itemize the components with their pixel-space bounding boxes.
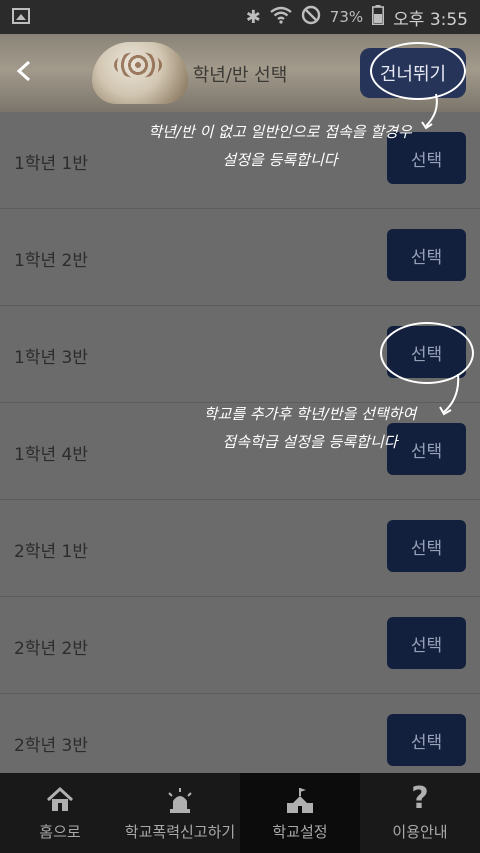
battery-icon — [372, 4, 385, 30]
help-icon: ? — [411, 781, 429, 816]
wifi-icon — [270, 6, 292, 29]
nav-help[interactable]: ? 이용안내 — [360, 773, 480, 853]
select-annotation: 학교를 추가후 학년/반을 선택하여 접속학급 설정을 등록합니다 — [180, 400, 440, 456]
do-not-disturb-icon — [301, 5, 321, 30]
select-button[interactable]: 선택 — [387, 617, 466, 669]
bluetooth-icon: ✱ — [245, 6, 261, 28]
class-label: 2학년 3반 — [14, 736, 88, 756]
nav-school-settings[interactable]: 학교설정 — [240, 773, 360, 853]
list-item: 2학년 2반 선택 — [0, 597, 480, 694]
nav-report-label: 학교폭력신고하기 — [124, 823, 236, 841]
gallery-notification-icon — [12, 8, 30, 24]
nav-home[interactable]: 홈으로 — [0, 773, 120, 853]
home-icon — [46, 786, 74, 817]
select-note-line2: 접속학급 설정을 등록합니다 — [222, 433, 398, 451]
class-label: 2학년 2반 — [14, 639, 88, 659]
skip-note-line1: 학년/반 이 없고 일반인으로 접속을 할경우 — [148, 123, 412, 141]
clock: 오후 3:55 — [393, 9, 468, 30]
skip-note-line2: 설정을 등록합니다 — [222, 151, 338, 169]
select-button[interactable]: 선택 — [387, 229, 466, 281]
nav-home-label: 홈으로 — [39, 823, 81, 841]
class-label: 2학년 1반 — [14, 542, 88, 562]
nav-school-label: 학교설정 — [272, 823, 328, 841]
select-note-line1: 학교를 추가후 학년/반을 선택하여 — [203, 405, 417, 423]
class-label: 1학년 3반 — [14, 348, 88, 368]
class-label: 1학년 2반 — [14, 251, 88, 271]
class-label: 1학년 4반 — [14, 445, 88, 465]
school-icon — [285, 787, 315, 819]
nav-help-label: 이용안내 — [392, 823, 448, 841]
status-bar: ✱ 73% 오후 3:55 — [0, 0, 480, 34]
select-button[interactable]: 선택 — [387, 714, 466, 766]
select-button[interactable]: 선택 — [387, 520, 466, 572]
battery-percent: 73% — [329, 8, 364, 26]
siren-icon — [166, 787, 194, 819]
skip-annotation: 학년/반 이 없고 일반인으로 접속을 할경우 설정을 등록합니다 — [110, 118, 450, 174]
list-item: 1학년 2반 선택 — [0, 209, 480, 306]
bottom-navigation: 홈으로 학교폭력신고하기 학교설정 ? 이용안내 — [0, 773, 480, 853]
nav-report-violence[interactable]: 학교폭력신고하기 — [120, 773, 240, 853]
list-item: 2학년 1반 선택 — [0, 500, 480, 597]
select-annotation-arrow — [439, 373, 460, 416]
class-label: 1학년 1반 — [14, 154, 88, 174]
